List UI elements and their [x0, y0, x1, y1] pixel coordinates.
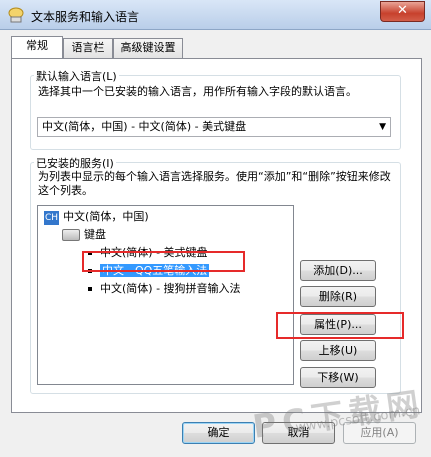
tab-advanced-key-settings[interactable]: 高级键设置: [113, 38, 183, 58]
window-title: 文本服务和输入语言: [31, 10, 140, 24]
tree-keyboard-node[interactable]: 键盘: [62, 228, 106, 242]
installed-services-description: 为列表中显示的每个输入语言选择服务。使用“添加”和“删除”按钮来修改这个列表。: [38, 170, 391, 197]
tree-language-label: 中文(简体，中国): [63, 210, 149, 223]
tree-service-item[interactable]: 中文(简体) - 搜狗拼音输入法: [88, 282, 241, 296]
bullet-icon: [88, 251, 92, 255]
tree-language-node[interactable]: CH 中文(简体，中国): [44, 210, 149, 225]
tree-keyboard-label: 键盘: [84, 228, 106, 241]
language-badge: CH: [44, 211, 60, 225]
keyboard-globe-icon: [8, 7, 24, 23]
services-tree[interactable]: CH 中文(简体，中国) 键盘 中文(简体) - 美式键盘 中文 - QQ五笔输入…: [37, 205, 294, 385]
service-label: 中文(简体) - 搜狗拼音输入法: [100, 282, 241, 295]
add-button[interactable]: 添加(D)...: [300, 260, 376, 281]
move-down-button[interactable]: 下移(W): [300, 367, 376, 388]
move-up-button[interactable]: 上移(U): [300, 340, 376, 361]
chevron-down-icon[interactable]: ▼: [379, 118, 386, 136]
tab-language-bar[interactable]: 语言栏: [63, 38, 113, 58]
default-language-dropdown[interactable]: 中文(简体，中国) - 中文(简体) - 美式键盘 ▼: [37, 117, 391, 137]
tree-service-item-selected[interactable]: 中文 - QQ五笔输入法: [88, 264, 210, 278]
default-language-group-title: 默认输入语言(L): [34, 68, 119, 84]
remove-button[interactable]: 删除(R): [300, 286, 376, 307]
default-language-description: 选择其中一个已安装的输入语言，用作所有输入字段的默认语言。: [38, 85, 357, 98]
keyboard-icon: [62, 229, 80, 241]
bullet-icon: [88, 269, 92, 273]
close-button[interactable]: ✕: [380, 1, 425, 22]
service-label: 中文 - QQ五笔输入法: [100, 264, 210, 277]
ok-button[interactable]: 确定: [182, 422, 255, 444]
bullet-icon: [88, 287, 92, 291]
installed-services-group-title: 已安装的服务(I): [34, 155, 116, 171]
tree-service-item[interactable]: 中文(简体) - 美式键盘: [88, 246, 208, 260]
tab-general[interactable]: 常规: [11, 36, 63, 58]
properties-button[interactable]: 属性(P)...: [300, 314, 376, 335]
title-bar: 文本服务和输入语言 ✕: [0, 0, 431, 30]
service-label: 中文(简体) - 美式键盘: [100, 246, 208, 259]
default-language-value: 中文(简体，中国) - 中文(简体) - 美式键盘: [42, 120, 247, 133]
